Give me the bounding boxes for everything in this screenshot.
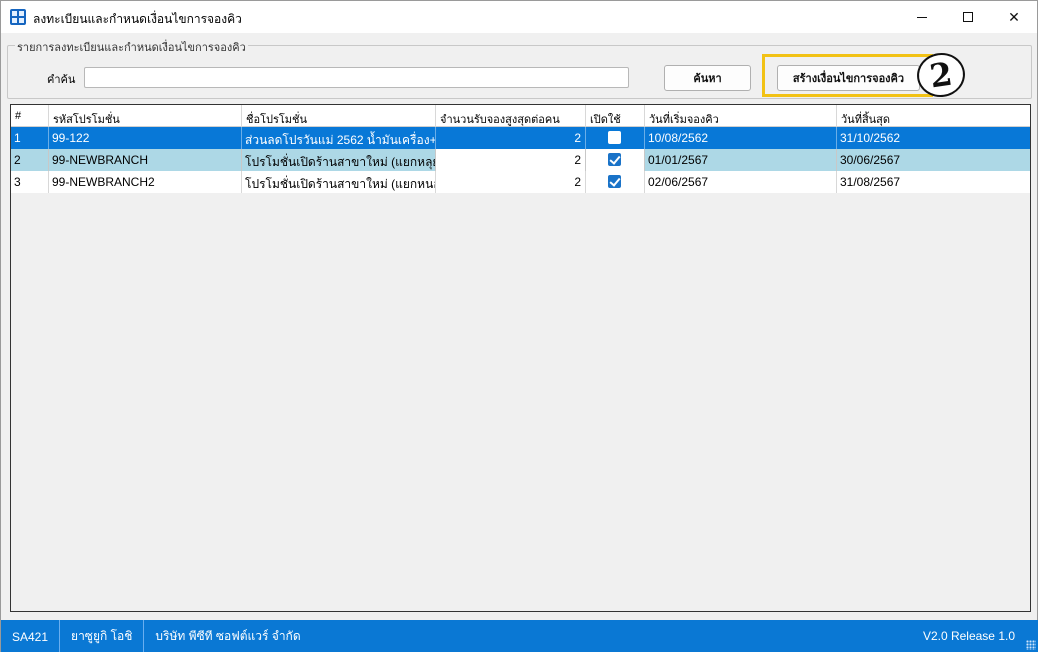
end-date-cell: 31/10/2562 xyxy=(840,131,901,145)
row-number: 2 xyxy=(11,149,49,171)
promo-name-cell: โปรโมชั่นเปิดร้านสาขาใหม่ (แยกหนองอ่อ) xyxy=(242,171,436,193)
promo-code-cell: 99-NEWBRANCH xyxy=(49,149,242,171)
end-date-cell: 31/08/2567 xyxy=(840,175,901,189)
status-version: V2.0 Release 1.0 xyxy=(922,629,1015,643)
create-queue-condition-button[interactable]: สร้างเงื่อนไขการจองคิว xyxy=(777,65,920,91)
promo-code-cell: 99-122 xyxy=(49,127,242,149)
status-company-name: บริษัท พีซีที ซอฟต์แวร์ จำกัด xyxy=(155,629,301,643)
column-header-promo-name[interactable]: ชื่อโปรโมชั่น xyxy=(242,105,436,127)
resize-grip-icon[interactable] xyxy=(1026,640,1036,650)
enabled-cell xyxy=(586,127,645,149)
maximize-button[interactable] xyxy=(945,1,991,33)
column-header-enabled[interactable]: เปิดใช้ xyxy=(586,105,645,127)
column-header-number[interactable]: # xyxy=(11,105,49,127)
start-date-cell: 01/01/2567 xyxy=(645,149,837,171)
end-date-cell: 30/06/2567 xyxy=(840,153,901,167)
close-button[interactable]: ✕ xyxy=(991,1,1037,33)
status-bar: SA421 ยาซูยูกิ โอชิ บริษัท พีซีที ซอฟต์แ… xyxy=(1,620,1038,652)
search-label: คำค้น xyxy=(47,74,76,86)
status-screen-code: SA421 xyxy=(1,620,61,652)
promo-name-cell: ส่วนลดโปรวันแม่ 2562 น้ำมันเครื่อง+กร... xyxy=(242,127,436,149)
row-number: 3 xyxy=(11,171,49,193)
column-header-promo-code[interactable]: รหัสโปรโมชั่น xyxy=(49,105,242,127)
max-per-person-cell: 2 xyxy=(436,149,586,171)
enabled-cell xyxy=(586,149,645,171)
main-window: ลงทะเบียนและกำหนดเงื่อนไขการจองคิว ✕ ราย… xyxy=(0,0,1038,652)
close-icon: ✕ xyxy=(1008,8,1020,25)
window-title: ลงทะเบียนและกำหนดเงื่อนไขการจองคิว xyxy=(33,12,242,26)
app-grid-icon xyxy=(10,9,26,25)
enabled-checkbox[interactable] xyxy=(608,131,621,144)
start-date-cell: 02/06/2567 xyxy=(645,171,837,193)
enabled-checkbox[interactable] xyxy=(608,153,621,166)
maximize-icon xyxy=(963,12,973,22)
max-per-person-cell: 2 xyxy=(436,127,586,149)
title-bar[interactable]: ลงทะเบียนและกำหนดเงื่อนไขการจองคิว ✕ xyxy=(1,1,1037,33)
status-user-name: ยาซูยูกิ โอชิ xyxy=(60,620,145,652)
max-per-person-cell: 2 xyxy=(436,171,586,193)
table-row[interactable]: 2 99-NEWBRANCH โปรโมชั่นเปิดร้านสาขาใหม่… xyxy=(11,149,1030,171)
search-input[interactable] xyxy=(84,67,629,88)
row-number: 1 xyxy=(11,127,49,149)
search-button[interactable]: ค้นหา xyxy=(664,65,751,91)
table-row[interactable]: 3 99-NEWBRANCH2 โปรโมชั่นเปิดร้านสาขาใหม… xyxy=(11,171,1030,193)
promo-code-cell: 99-NEWBRANCH2 xyxy=(49,171,242,193)
column-header-max-per-person[interactable]: จำนวนรับจองสูงสุดต่อคน xyxy=(436,105,586,127)
table-row[interactable]: 1 99-122 ส่วนลดโปรวันแม่ 2562 น้ำมันเครื… xyxy=(11,127,1030,149)
groupbox-title: รายการลงทะเบียนและกำหนดเงื่อนไขการจองคิว xyxy=(15,38,248,56)
minimize-icon xyxy=(917,16,927,18)
data-grid[interactable]: # รหัสโปรโมชั่น ชื่อโปรโมชั่น จำนวนรับจอ… xyxy=(10,104,1031,612)
enabled-checkbox[interactable] xyxy=(608,175,621,188)
grid-header: # รหัสโปรโมชั่น ชื่อโปรโมชั่น จำนวนรับจอ… xyxy=(11,105,1030,127)
column-header-start-date[interactable]: วันที่เริ่มจองคิว xyxy=(645,105,837,127)
promo-name-cell: โปรโมชั่นเปิดร้านสาขาใหม่ (แยกหลุย) xyxy=(242,149,436,171)
enabled-cell xyxy=(586,171,645,193)
start-date-cell: 10/08/2562 xyxy=(645,127,837,149)
minimize-button[interactable] xyxy=(899,1,945,33)
column-header-end-date[interactable]: วันที่สิ้นสุด xyxy=(837,105,1030,127)
